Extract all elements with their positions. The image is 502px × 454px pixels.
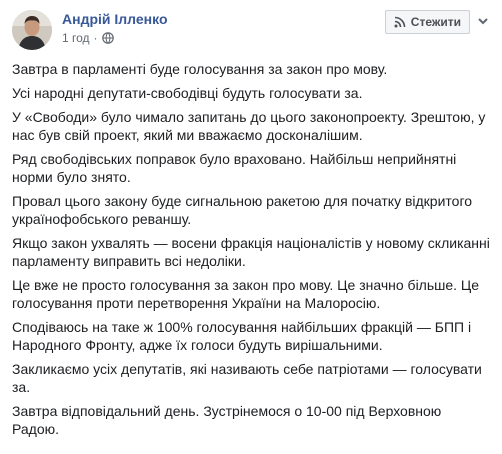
chevron-down-icon[interactable] (476, 14, 490, 28)
post-header: Андрій Ілленко 1 год · Стежити (12, 8, 490, 52)
post-paragraph: Провал цього закону буде сигнальною раке… (12, 193, 473, 227)
globe-icon[interactable] (101, 32, 114, 44)
post-paragraph: Усі народні депутати-свободівці будуть г… (12, 85, 363, 101)
post-paragraph: Якщо закон ухвалять — восени фракція нац… (12, 235, 490, 269)
rss-icon (394, 16, 406, 28)
post-paragraph: Завтра відповідальний день. Зустрінемося… (12, 403, 442, 437)
post-paragraph: У «Свободи» було чимало запитань до цьог… (12, 109, 486, 143)
profile-photo (12, 10, 52, 50)
author-name[interactable]: Андрій Ілленко (62, 11, 168, 27)
follow-label: Стежити (410, 15, 461, 29)
post-timestamp[interactable]: 1 год (62, 31, 90, 45)
meta-separator: · (93, 31, 98, 45)
post-meta: 1 год · (62, 31, 114, 45)
post-paragraph: Закликаємо усіх депутатів, які називають… (12, 361, 482, 395)
post-paragraph: Сподіваюсь на таке ж 100% голосування на… (12, 319, 472, 353)
post-body: Завтра в парламенті буде голосування за … (12, 60, 490, 444)
post-paragraph: Ряд свободівських поправок було врахован… (12, 151, 457, 185)
post-paragraph: Це вже не просто голосування за закон пр… (12, 277, 480, 311)
avatar[interactable] (12, 10, 52, 50)
follow-button[interactable]: Стежити (384, 10, 470, 34)
facebook-post: Андрій Ілленко 1 год · Стежити Завтра в … (0, 0, 502, 454)
post-paragraph: Завтра в парламенті буде голосування за … (12, 61, 388, 77)
